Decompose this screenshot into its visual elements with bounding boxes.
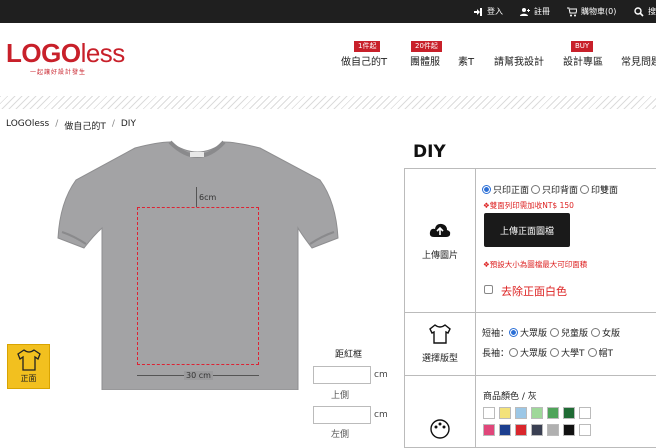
print-front-radio[interactable]: [482, 185, 491, 194]
color-swatches: [483, 407, 591, 436]
color-swatch[interactable]: [547, 407, 559, 419]
choose-style-label: 選擇版型: [421, 354, 458, 364]
color-swatch[interactable]: [563, 407, 575, 419]
color-swatch[interactable]: [579, 407, 591, 419]
register-link[interactable]: 註冊: [520, 6, 550, 17]
long-hoodie-radio[interactable]: [587, 348, 597, 357]
breadcrumb-current: DIY: [120, 119, 136, 129]
tshirt-icon: [16, 349, 41, 371]
top-dimension-line: [196, 187, 197, 207]
color-swatch[interactable]: [531, 407, 543, 419]
nav-badge-diy: 1件起: [354, 41, 381, 52]
add-user-icon: [520, 7, 530, 16]
cart-link[interactable]: 購物車(0): [567, 6, 616, 17]
search-link[interactable]: 搜: [634, 6, 656, 17]
upload-cloud-icon: [429, 223, 451, 237]
search-icon: [634, 6, 644, 17]
login-icon: [474, 7, 482, 16]
short-sleeve-options: 短袖： 大眾版 兒童版 女版: [482, 328, 621, 339]
long-standard-radio[interactable]: [509, 348, 519, 357]
color-swatch[interactable]: [499, 407, 511, 419]
hatch-divider: [0, 96, 656, 109]
long-college-radio[interactable]: [550, 348, 560, 357]
print-side-options: 只印正面 只印背面 印雙面: [482, 183, 618, 196]
page-title: DIY: [413, 142, 446, 162]
color-swatch[interactable]: [547, 424, 559, 436]
top-margin-label: 上側: [331, 391, 350, 401]
remove-white-checkbox[interactable]: [484, 285, 493, 294]
top-margin-unit: cm: [374, 370, 388, 380]
breadcrumb-diy-t[interactable]: 做自己的T: [64, 119, 106, 132]
nav-badge-group: 20件起: [411, 41, 442, 52]
nav-item-diy[interactable]: 做自己的T: [341, 53, 387, 68]
color-swatch[interactable]: [531, 424, 543, 436]
remove-white-label: 去除正面白色: [501, 285, 567, 298]
top-dimension-label: 6cm: [199, 193, 217, 202]
print-area-frame: [137, 207, 259, 365]
cart-icon: [567, 7, 577, 16]
breadcrumb-home[interactable]: LOGOless: [6, 119, 49, 132]
nav-item-design-for-me[interactable]: 請幫我設計: [494, 53, 544, 68]
left-margin-unit: cm: [374, 410, 388, 420]
breadcrumb: LOGOless / 做自己的T / DIY: [6, 119, 136, 132]
login-link[interactable]: 登入: [473, 6, 503, 17]
short-kids-radio[interactable]: [550, 328, 560, 337]
upload-image-label: 上傳圖片: [421, 251, 458, 261]
front-view-button[interactable]: 正面: [7, 344, 50, 389]
palette-icon: [430, 419, 450, 439]
long-sleeve-options: 長袖： 大眾版 大學T 帽T: [482, 348, 614, 359]
logo-text: LOGOless: [6, 38, 125, 68]
size-note: ❖預設大小為圖檔最大可印面積: [483, 260, 588, 269]
upload-front-button[interactable]: 上傳正面圖檔: [484, 213, 570, 247]
nav-item-faq[interactable]: 常見問題: [621, 53, 656, 68]
color-swatch[interactable]: [499, 424, 511, 436]
color-swatch[interactable]: [515, 424, 527, 436]
width-dimension-label: 30 cm: [184, 371, 213, 380]
left-margin-label: 左側: [331, 430, 350, 440]
logo-tagline: 一起讓好設計發生: [30, 69, 87, 76]
color-swatch[interactable]: [515, 407, 527, 419]
print-both-radio[interactable]: [580, 185, 590, 194]
product-color-title: 商品顏色 / 灰: [483, 392, 537, 402]
top-margin-input[interactable]: [313, 366, 371, 384]
double-side-note: ❖雙面列印需加收NT$ 150: [483, 201, 574, 210]
logo[interactable]: LOGOless 一起讓好設計發生: [6, 40, 125, 76]
top-bar: 登入 註冊 購物車(0) 搜: [0, 0, 656, 23]
print-back-radio[interactable]: [531, 185, 541, 194]
tshirt-style-icon: [429, 324, 451, 344]
front-view-label: 正面: [20, 374, 37, 383]
short-standard-radio[interactable]: [509, 328, 519, 337]
nav-item-group[interactable]: 團體服: [410, 53, 440, 68]
color-swatch[interactable]: [563, 424, 575, 436]
nav-item-design-zone[interactable]: 設計專區: [563, 53, 603, 68]
left-margin-input[interactable]: [313, 406, 371, 424]
color-swatch[interactable]: [483, 424, 495, 436]
color-swatch[interactable]: [483, 407, 495, 419]
color-swatch[interactable]: [579, 424, 591, 436]
nav-item-plain-t[interactable]: 素T: [458, 53, 474, 68]
margin-title: 距紅框: [335, 350, 363, 360]
nav-badge-design-zone: BUY: [571, 41, 594, 52]
short-women-radio[interactable]: [591, 328, 601, 337]
